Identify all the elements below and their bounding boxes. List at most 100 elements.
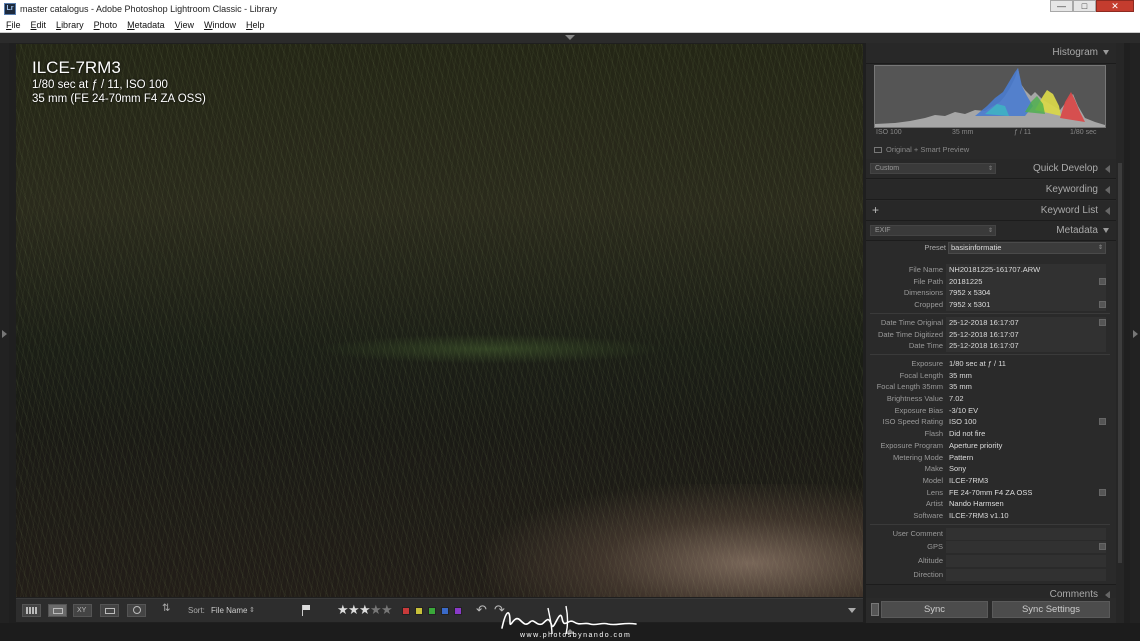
metadata-row: Cropped 7952 x 5301 bbox=[866, 299, 1116, 312]
survey-icon bbox=[105, 608, 115, 614]
keyword-list-title: Keyword List bbox=[1040, 205, 1098, 216]
metadata-key: GPS bbox=[927, 542, 943, 552]
keywording-panel-header[interactable]: Keywording bbox=[866, 180, 1116, 200]
metadata-value-field[interactable] bbox=[946, 568, 1106, 581]
metadata-value: Sony bbox=[949, 464, 967, 474]
minimize-button[interactable]: — bbox=[1050, 0, 1073, 12]
rating-star-icon[interactable]: ★ bbox=[337, 602, 349, 618]
menu-edit[interactable]: Edit bbox=[31, 19, 47, 32]
metadata-key: File Path bbox=[913, 276, 943, 286]
metadata-value-field[interactable] bbox=[946, 527, 1106, 540]
survey-view-button[interactable] bbox=[100, 604, 119, 617]
metadata-action-icon[interactable] bbox=[1099, 277, 1106, 285]
loupe-view-button[interactable] bbox=[48, 604, 67, 617]
metadata-value: Pattern bbox=[949, 452, 974, 462]
sort-updown-icon[interactable]: ⇕ bbox=[249, 606, 255, 614]
metadata-value: 7.02 bbox=[949, 394, 964, 403]
metadata-key: Software bbox=[913, 511, 943, 520]
metadata-key: Exposure Bias bbox=[894, 405, 943, 415]
grid-view-button[interactable] bbox=[22, 604, 41, 617]
metadata-row: Direction bbox=[866, 568, 1116, 581]
color-label-swatch[interactable] bbox=[415, 607, 423, 615]
metadata-key: User Comment bbox=[892, 528, 943, 538]
metadata-panel-header[interactable]: EXIF ⇕ Metadata bbox=[866, 221, 1116, 241]
color-label-swatch[interactable] bbox=[402, 607, 410, 615]
minimize-icon: — bbox=[1057, 1, 1066, 11]
color-label-swatch[interactable] bbox=[428, 607, 436, 615]
metadata-divider bbox=[870, 523, 1110, 525]
panel-scrollbar[interactable] bbox=[1116, 43, 1124, 623]
overlay-exposure-info: 1/80 sec at ƒ / 11, ISO 100 bbox=[32, 79, 168, 91]
toolbar-options-dropdown-icon[interactable] bbox=[848, 608, 856, 613]
rotate-left-icon[interactable]: ↶ bbox=[476, 602, 487, 618]
menu-library[interactable]: Library bbox=[56, 19, 84, 32]
color-label-swatch[interactable] bbox=[454, 607, 462, 615]
metadata-row: Date Time Original 25-12-2018 16:17:07 bbox=[866, 316, 1116, 329]
loupe-photo[interactable]: ILCE-7RM3 1/80 sec at ƒ / 11, ISO 100 35… bbox=[16, 44, 863, 597]
quick-develop-preset-select[interactable]: Custom ⇕ bbox=[870, 163, 996, 174]
metadata-value-field[interactable] bbox=[946, 555, 1106, 568]
metadata-row: Software ILCE-7RM3 v1.10 bbox=[866, 510, 1116, 522]
metadata-row: Make Sony bbox=[866, 463, 1116, 475]
left-panel-toggle-icon[interactable] bbox=[2, 330, 7, 338]
metadata-action-icon[interactable] bbox=[1099, 318, 1106, 326]
rating-star-icon[interactable]: ★ bbox=[348, 602, 360, 618]
metadata-key: Brightness Value bbox=[886, 394, 943, 403]
rating-star-icon[interactable]: ★ bbox=[381, 602, 393, 618]
compare-view-button[interactable]: XY bbox=[73, 604, 92, 617]
metadata-view-select[interactable]: EXIF ⇕ bbox=[870, 225, 996, 236]
metadata-value: ILCE-7RM3 v1.10 bbox=[949, 511, 1009, 520]
histogram-shutter: 1/80 sec bbox=[1070, 129, 1097, 136]
metadata-divider bbox=[870, 312, 1110, 314]
metadata-key: Cropped bbox=[914, 300, 943, 310]
preset-select[interactable]: basisinformatie ⇕ bbox=[948, 242, 1106, 254]
metadata-view-value: EXIF bbox=[875, 227, 891, 234]
sync-settings-button[interactable]: Sync Settings bbox=[992, 601, 1110, 618]
auto-sync-switch[interactable] bbox=[871, 603, 879, 616]
metadata-row: Date Time 25-12-2018 16:17:07 bbox=[866, 340, 1116, 353]
menu-photo[interactable]: Photo bbox=[94, 19, 118, 32]
menu-file[interactable]: File bbox=[6, 19, 21, 32]
metadata-value: -3/10 EV bbox=[949, 405, 979, 415]
histogram-iso: ISO 100 bbox=[876, 129, 902, 136]
keyword-list-panel-header[interactable]: + Keyword List bbox=[866, 201, 1116, 221]
smart-preview-icon bbox=[874, 147, 882, 154]
metadata-value: FE 24-70mm F4 ZA OSS bbox=[949, 487, 1033, 497]
close-button[interactable]: ✕ bbox=[1096, 0, 1134, 12]
photo-water-reflection bbox=[486, 484, 863, 597]
menu-view[interactable]: View bbox=[175, 19, 194, 32]
metadata-row: Exposure 1/80 sec at ƒ / 11 bbox=[866, 358, 1116, 370]
rating-star-icon[interactable]: ★ bbox=[359, 602, 371, 618]
color-label-swatch[interactable] bbox=[441, 607, 449, 615]
expand-arrow-icon bbox=[1105, 207, 1110, 215]
metadata-action-icon[interactable] bbox=[1099, 301, 1106, 309]
metadata-action-icon[interactable] bbox=[1099, 543, 1106, 551]
metadata-key: Metering Mode bbox=[892, 452, 943, 462]
maximize-button[interactable]: □ bbox=[1073, 0, 1096, 12]
smart-preview-status[interactable]: Original + Smart Preview bbox=[874, 145, 969, 154]
menu-help[interactable]: Help bbox=[246, 19, 265, 32]
histogram-aperture: ƒ / 11 bbox=[1014, 129, 1031, 136]
rating-star-icon[interactable]: ★ bbox=[370, 602, 382, 618]
histogram-panel-header[interactable]: Histogram bbox=[866, 43, 1116, 64]
flag-icon[interactable] bbox=[302, 605, 311, 616]
people-view-button[interactable] bbox=[127, 604, 146, 617]
title-bar: Lr master catalogus - Adobe Photoshop Li… bbox=[0, 0, 1140, 19]
menu-window[interactable]: Window bbox=[204, 19, 236, 32]
metadata-action-icon[interactable] bbox=[1099, 488, 1106, 496]
top-panel-toggle-icon[interactable] bbox=[565, 35, 575, 40]
metadata-key: Altitude bbox=[917, 556, 943, 566]
metadata-value-field[interactable] bbox=[946, 541, 1106, 554]
metadata-action-icon[interactable] bbox=[1099, 418, 1106, 426]
sort-select[interactable]: File Name bbox=[211, 606, 247, 615]
histogram-graph[interactable] bbox=[874, 65, 1106, 128]
sync-button[interactable]: Sync bbox=[881, 601, 988, 618]
panel-scrollbar-thumb[interactable] bbox=[1118, 163, 1122, 563]
quick-develop-panel-header[interactable]: Custom ⇕ Quick Develop bbox=[866, 159, 1116, 179]
sort-direction-icon[interactable]: ⇅ bbox=[162, 603, 170, 614]
add-keyword-icon[interactable]: + bbox=[872, 203, 879, 217]
right-panel-toggle-icon[interactable] bbox=[1133, 330, 1138, 338]
metadata-row: File Name NH20181225-161707.ARW bbox=[866, 264, 1116, 276]
histogram-title: Histogram bbox=[1052, 47, 1098, 58]
menu-metadata[interactable]: Metadata bbox=[127, 19, 165, 32]
